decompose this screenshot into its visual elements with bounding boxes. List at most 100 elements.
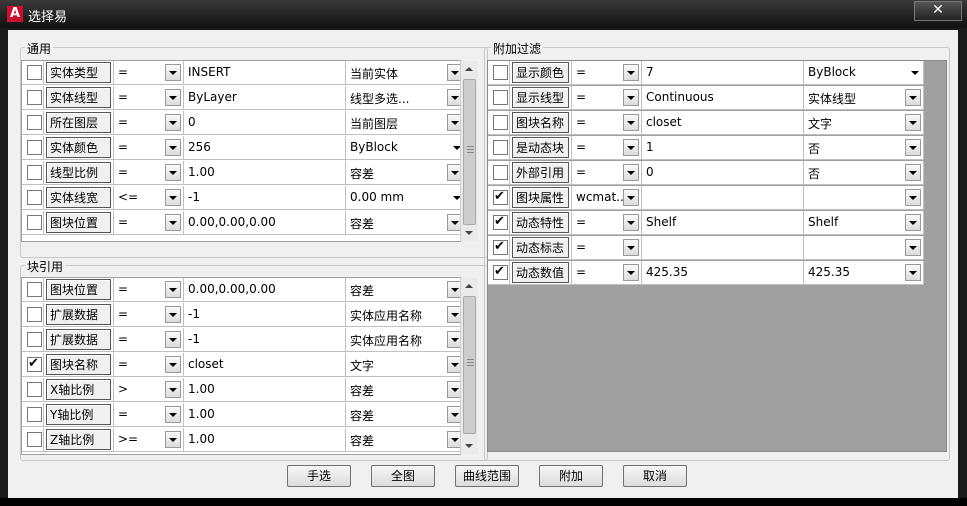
operator-dropdown[interactable]: =: [114, 328, 184, 352]
checkbox[interactable]: [27, 382, 42, 397]
dropdown-arrow-icon[interactable]: [165, 406, 181, 423]
property-label-button[interactable]: 图块位置: [46, 212, 111, 233]
dropdown-arrow-icon[interactable]: [165, 114, 181, 131]
operator-dropdown[interactable]: =: [572, 211, 642, 235]
operator-dropdown[interactable]: =: [114, 61, 184, 85]
dropdown-arrow-icon[interactable]: [447, 306, 460, 323]
checkbox-checked[interactable]: [493, 239, 508, 255]
value-field[interactable]: -1: [184, 303, 346, 327]
dropdown-arrow-icon[interactable]: [447, 164, 460, 181]
cancel-button[interactable]: 取消: [623, 465, 687, 487]
operator-dropdown[interactable]: =: [114, 136, 184, 160]
option-dropdown[interactable]: ByBlock: [804, 61, 924, 85]
scroll-down-icon[interactable]: [465, 231, 473, 235]
dropdown-arrow-icon[interactable]: [905, 214, 921, 231]
option-dropdown[interactable]: 实体线型: [804, 86, 924, 110]
scroll-thumb[interactable]: [463, 79, 476, 225]
value-field[interactable]: 425.35: [642, 261, 804, 285]
checkbox-checked[interactable]: [27, 356, 42, 372]
dropdown-arrow-icon[interactable]: [905, 114, 921, 131]
value-field[interactable]: 1.00: [184, 161, 346, 185]
checkbox-checked[interactable]: [493, 264, 508, 280]
operator-dropdown[interactable]: =: [114, 303, 184, 327]
dropdown-arrow-icon[interactable]: [623, 164, 639, 181]
property-label-button[interactable]: Z轴比例: [46, 429, 111, 450]
checkbox-checked[interactable]: [493, 214, 508, 230]
checkbox[interactable]: [493, 165, 508, 180]
checkbox[interactable]: [27, 90, 42, 105]
dropdown-arrow-icon[interactable]: [165, 431, 181, 448]
scroll-thumb[interactable]: [463, 296, 476, 434]
checkbox[interactable]: [493, 140, 508, 155]
property-label-button[interactable]: 是动态块: [512, 137, 569, 158]
checkbox[interactable]: [27, 115, 42, 130]
property-label-button[interactable]: 实体线型: [46, 87, 111, 108]
checkbox[interactable]: [27, 190, 42, 205]
property-label-button[interactable]: 显示线型: [512, 87, 569, 108]
option-dropdown[interactable]: 容差: [346, 211, 460, 235]
dropdown-arrow-icon[interactable]: [905, 139, 921, 156]
dropdown-arrow-icon[interactable]: [165, 381, 181, 398]
scroll-up-icon[interactable]: [465, 284, 473, 288]
operator-dropdown[interactable]: =: [572, 61, 642, 85]
value-field[interactable]: 0.00,0.00,0.00: [184, 278, 346, 302]
operator-dropdown[interactable]: >=: [114, 428, 184, 452]
operator-dropdown[interactable]: =: [114, 161, 184, 185]
value-field[interactable]: 7: [642, 61, 804, 85]
value-field[interactable]: 1: [642, 136, 804, 160]
property-label-button[interactable]: 线型比例: [46, 162, 111, 183]
checkbox[interactable]: [27, 332, 42, 347]
option-dropdown[interactable]: 当前图层: [346, 111, 460, 135]
property-label-button[interactable]: 显示颜色: [512, 62, 569, 83]
option-dropdown[interactable]: 否: [804, 136, 924, 160]
checkbox[interactable]: [27, 65, 42, 80]
value-field[interactable]: 1.00: [184, 403, 346, 427]
property-label-button[interactable]: 外部引用: [512, 162, 569, 183]
option-dropdown[interactable]: 否: [804, 161, 924, 185]
value-field[interactable]: 256: [184, 136, 346, 160]
dropdown-arrow-icon[interactable]: [623, 214, 639, 231]
dropdown-arrow-icon[interactable]: [165, 89, 181, 106]
append-button[interactable]: 附加: [539, 465, 603, 487]
value-field[interactable]: 1.00: [184, 428, 346, 452]
dropdown-arrow-icon[interactable]: [623, 114, 639, 131]
option-dropdown[interactable]: 线型多选...: [346, 86, 460, 110]
value-field[interactable]: Shelf: [642, 211, 804, 235]
dropdown-arrow-icon[interactable]: [623, 239, 639, 256]
dropdown-arrow-icon[interactable]: [623, 64, 639, 81]
dropdown-arrow-icon[interactable]: [447, 214, 460, 231]
property-label-button[interactable]: 动态标志: [512, 237, 569, 258]
operator-dropdown[interactable]: =: [572, 86, 642, 110]
operator-dropdown[interactable]: =: [114, 353, 184, 377]
option-dropdown[interactable]: 文字: [804, 111, 924, 135]
checkbox[interactable]: [493, 90, 508, 105]
property-label-button[interactable]: 扩展数据: [46, 329, 111, 350]
dropdown-arrow-icon[interactable]: [447, 431, 460, 448]
dropdown-arrow-icon[interactable]: [165, 164, 181, 181]
operator-dropdown[interactable]: =: [572, 161, 642, 185]
checkbox[interactable]: [27, 432, 42, 447]
curve-range-button[interactable]: 曲线范围: [455, 465, 519, 487]
checkbox[interactable]: [27, 140, 42, 155]
property-label-button[interactable]: 实体线宽: [46, 187, 111, 208]
option-dropdown[interactable]: 容差: [346, 378, 460, 402]
checkbox[interactable]: [493, 115, 508, 130]
dropdown-arrow-icon[interactable]: [905, 89, 921, 106]
value-field[interactable]: [642, 236, 804, 260]
value-field[interactable]: closet: [184, 353, 346, 377]
dropdown-arrow-icon[interactable]: [623, 264, 639, 281]
title-bar[interactable]: A 选择易 ✕: [0, 0, 967, 28]
option-dropdown[interactable]: 实体应用名称: [346, 328, 460, 352]
block-scrollbar[interactable]: [460, 278, 478, 454]
operator-dropdown[interactable]: =: [114, 86, 184, 110]
checkbox[interactable]: [27, 165, 42, 180]
dropdown-arrow-icon[interactable]: [165, 331, 181, 348]
operator-dropdown[interactable]: =: [114, 211, 184, 235]
dropdown-arrow-icon[interactable]: [165, 306, 181, 323]
option-dropdown[interactable]: 实体应用名称: [346, 303, 460, 327]
checkbox[interactable]: [27, 307, 42, 322]
value-field[interactable]: [642, 186, 804, 210]
scroll-up-icon[interactable]: [465, 67, 473, 71]
checkbox[interactable]: [27, 215, 42, 230]
operator-dropdown[interactable]: =: [572, 111, 642, 135]
